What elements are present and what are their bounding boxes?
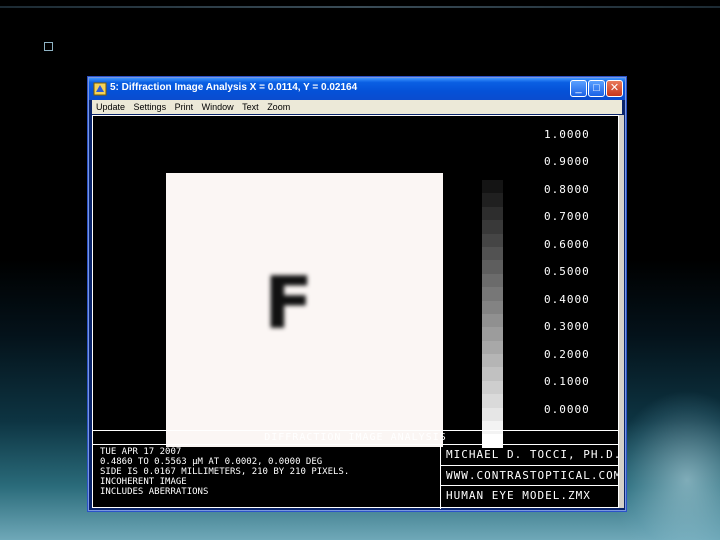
scale-label: 1.0000	[544, 128, 590, 141]
panel-rule	[441, 485, 619, 486]
diffraction-image: F	[166, 173, 443, 447]
grayscale-band	[482, 180, 503, 194]
grayscale-band	[482, 233, 503, 247]
grayscale-band	[482, 407, 503, 422]
minimize-button[interactable]: _	[570, 80, 587, 97]
menu-print[interactable]: Print	[175, 100, 194, 114]
author-name: MICHAEL D. TOCCI, PH.D.	[446, 448, 622, 461]
scale-label: 0.5000	[544, 265, 590, 278]
scale-label: 0.7000	[544, 210, 590, 223]
lens-file-name: HUMAN EYE MODEL.ZMX	[446, 489, 591, 502]
info-date: TUE APR 17 2007	[100, 447, 182, 457]
grayscale-band	[482, 394, 503, 408]
menu-bar: Update Settings Print Window Text Zoom	[92, 100, 622, 114]
menu-update[interactable]: Update	[96, 100, 125, 114]
grayscale-band	[482, 246, 503, 261]
grayscale-band	[482, 380, 503, 395]
decorative-dragon-graphic	[610, 390, 720, 540]
window-titlebar[interactable]: 5: Diffraction Image Analysis X = 0.0114…	[89, 78, 625, 100]
info-image-type: INCOHERENT IMAGE	[100, 477, 187, 487]
author-website: WWW.CONTRASTOPTICAL.COM	[446, 469, 622, 482]
menu-zoom[interactable]: Zoom	[267, 100, 290, 114]
slide-top-rule	[0, 6, 720, 8]
scale-label: 0.9000	[544, 155, 590, 168]
grayscale-band	[482, 327, 503, 341]
grayscale-band	[482, 300, 503, 314]
vertical-scrollbar[interactable]	[619, 115, 624, 508]
close-button[interactable]: ✕	[606, 80, 623, 97]
grayscale-band	[482, 354, 503, 368]
scale-label: 0.4000	[544, 293, 590, 306]
scale-label: 0.2000	[544, 348, 590, 361]
scale-label: 0.6000	[544, 238, 590, 251]
maximize-button[interactable]: □	[588, 80, 605, 97]
menu-window[interactable]: Window	[202, 100, 234, 114]
grayscale-band	[482, 287, 503, 301]
menu-settings[interactable]: Settings	[134, 100, 167, 114]
window-title: 5: Diffraction Image Analysis X = 0.0114…	[110, 82, 358, 93]
zemax-icon	[93, 82, 107, 96]
grayscale-band	[482, 206, 503, 221]
grayscale-band	[482, 340, 503, 355]
analysis-info-panel: DIFFRACTION IMAGE ANALYSIS TUE APR 17 20…	[92, 430, 622, 509]
grayscale-band	[482, 220, 503, 234]
menu-text[interactable]: Text	[242, 100, 259, 114]
grayscale-band	[482, 260, 503, 274]
grayscale-legend-bar	[482, 180, 503, 448]
panel-divider	[440, 445, 441, 509]
blurred-letter: F	[264, 261, 314, 345]
scale-label: 0.3000	[544, 320, 590, 333]
info-size: SIDE IS 0.0167 MILLIMETERS, 210 BY 210 P…	[100, 467, 350, 477]
panel-title: DIFFRACTION IMAGE ANALYSIS	[92, 431, 619, 445]
scale-label: 0.0000	[544, 403, 590, 416]
panel-rule	[441, 465, 619, 466]
grayscale-band	[482, 313, 503, 328]
square-bullet-icon	[44, 42, 53, 51]
grayscale-band	[482, 367, 503, 381]
grayscale-band	[482, 273, 503, 288]
scale-label: 0.1000	[544, 375, 590, 388]
info-wavelength: 0.4860 TO 0.5563 µM AT 0.0002, 0.0000 DE…	[100, 457, 323, 467]
diffraction-analysis-window[interactable]: 5: Diffraction Image Analysis X = 0.0114…	[88, 77, 626, 511]
scale-label: 0.8000	[544, 183, 590, 196]
grayscale-band	[482, 193, 503, 207]
info-aberrations: INCLUDES ABERRATIONS	[100, 487, 209, 497]
